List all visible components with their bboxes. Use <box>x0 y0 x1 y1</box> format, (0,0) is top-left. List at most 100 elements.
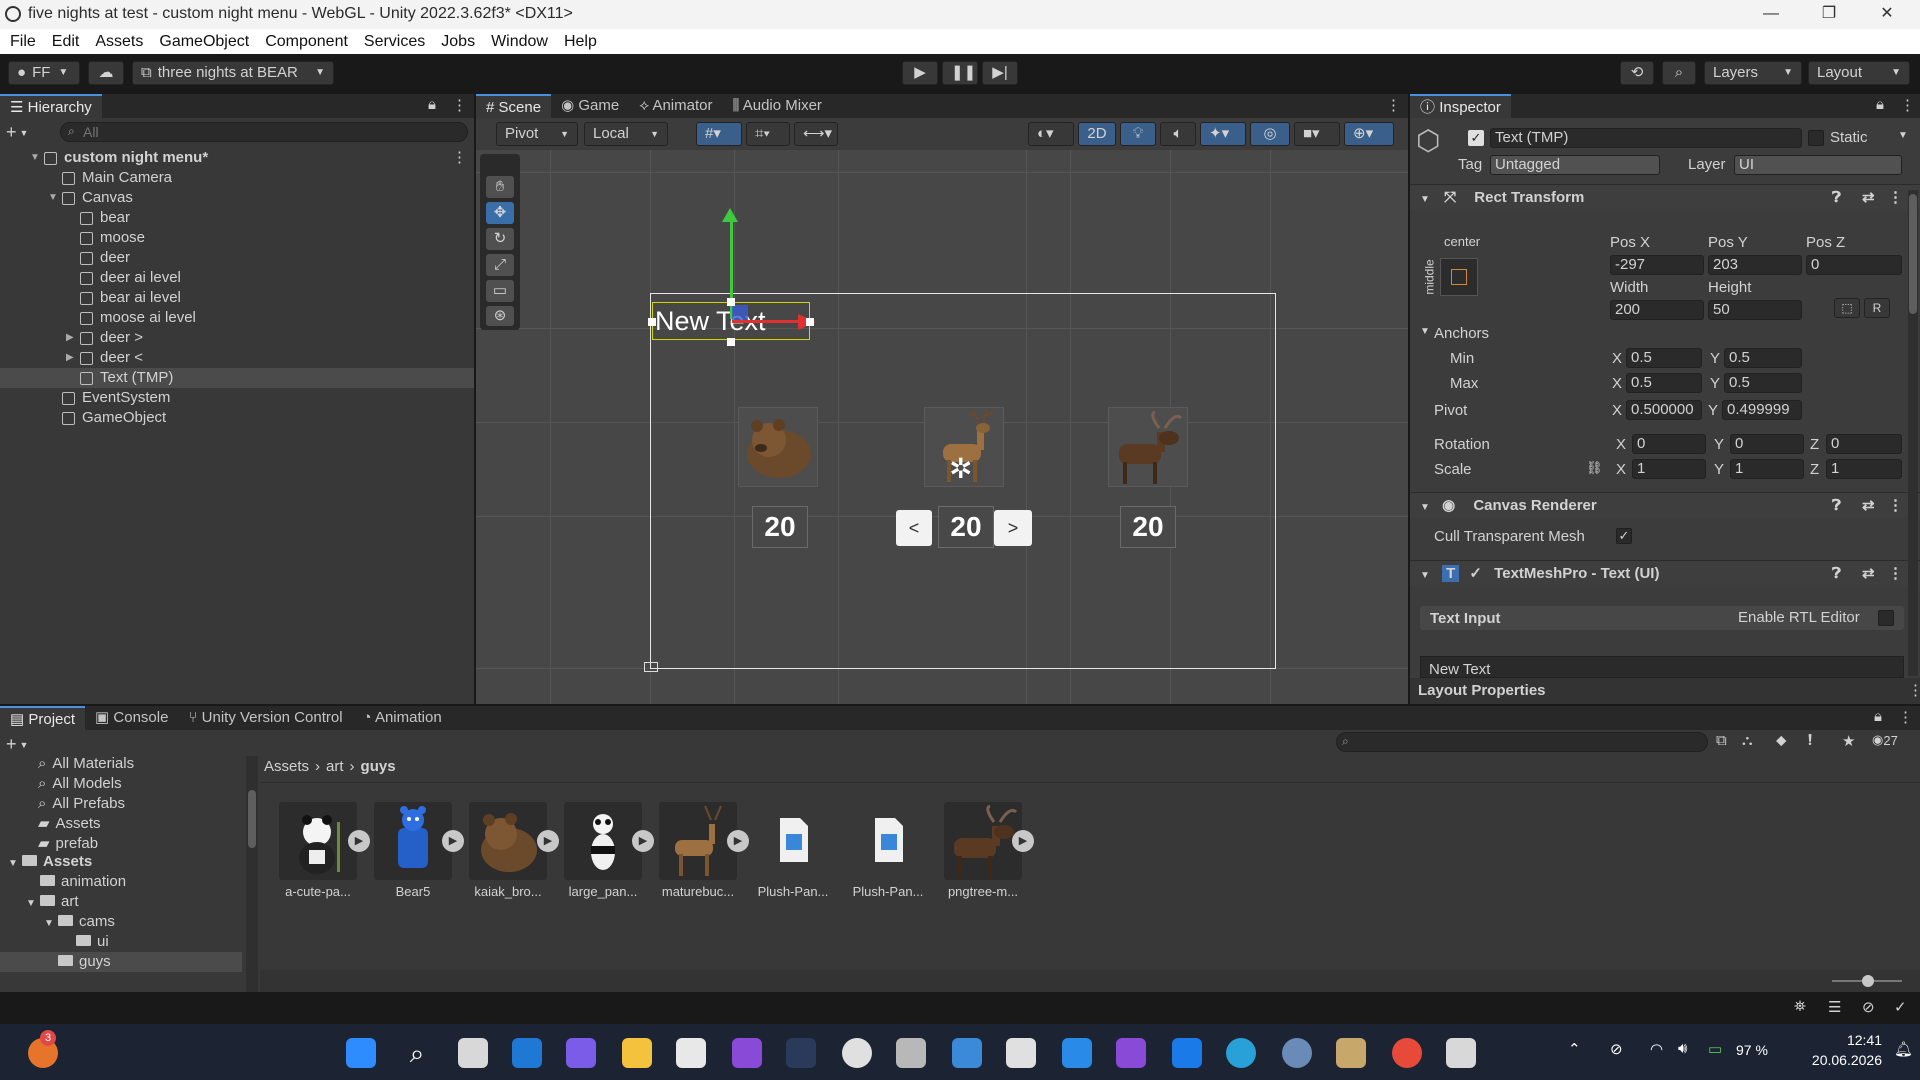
width-field[interactable]: 200 <box>1610 300 1704 320</box>
pivot-y-field[interactable]: 0.499999 <box>1722 400 1802 420</box>
anchor-max-x-field[interactable]: 0.5 <box>1626 373 1702 393</box>
deer-ai-level[interactable]: 20 <box>938 506 994 548</box>
presets-icon[interactable]: ⇄ <box>1862 493 1875 519</box>
hierarchy-item[interactable]: EventSystem <box>0 388 474 408</box>
wifi-icon[interactable]: ◠ <box>1650 1040 1663 1058</box>
deer-decrease-button[interactable]: < <box>896 510 932 546</box>
more-options-icon[interactable]: ⋮ <box>1386 96 1401 114</box>
scale-tool-button[interactable]: ⤢ <box>486 254 514 276</box>
outlook-icon[interactable] <box>512 1038 542 1068</box>
move-tool-button[interactable]: ✥ <box>486 202 514 224</box>
bug-off-icon[interactable]: ⊘ <box>1862 998 1875 1016</box>
windows-start-icon[interactable] <box>346 1038 376 1068</box>
help-icon[interactable]: ❓︎ <box>1832 561 1841 587</box>
expand-asset-button[interactable]: ▶ <box>348 830 370 852</box>
presets-icon[interactable]: ⇄ <box>1862 185 1875 211</box>
tab-inspector[interactable]: ⓘ Inspector <box>1410 94 1511 118</box>
asset-item[interactable]: maturebuc... <box>655 802 741 899</box>
project-button[interactable]: ⧉ three nights at BEAR ▼ <box>132 61 334 85</box>
resize-handle[interactable] <box>648 318 656 326</box>
anchor-max-y-field[interactable]: 0.5 <box>1724 373 1802 393</box>
tab-console[interactable]: ▣ Console <box>85 706 178 730</box>
tag-icon[interactable]: ⬥ <box>1776 732 1787 749</box>
scrollbar-thumb[interactable] <box>1909 194 1917 314</box>
expand-asset-button[interactable]: ▶ <box>1012 830 1034 852</box>
expand-asset-button[interactable]: ▶ <box>537 830 559 852</box>
play-button[interactable]: ▶ <box>902 61 938 85</box>
breadcrumb-art[interactable]: art <box>326 758 344 775</box>
layers-dropdown[interactable]: Layers ▼ <box>1704 61 1802 85</box>
more-options-icon[interactable]: ⋮ <box>1908 681 1920 699</box>
search-icon[interactable]: ⌕ <box>402 1038 432 1068</box>
clock-time[interactable]: 12:41 <box>1808 1032 1882 1048</box>
chevron-down-icon[interactable]: ▼ <box>26 894 36 914</box>
asset-item[interactable]: Plush-Pan... <box>750 802 836 899</box>
more-options-icon[interactable]: ⋮ <box>1898 708 1913 726</box>
static-checkbox[interactable] <box>1808 130 1824 146</box>
tmp-enabled-checkbox[interactable]: ✓ <box>1469 565 1482 582</box>
2d-toggle[interactable]: 2D <box>1078 122 1116 146</box>
network-off-icon[interactable]: ⊘ <box>1610 1040 1623 1058</box>
height-field[interactable]: 50 <box>1708 300 1802 320</box>
step-button[interactable]: ▶| <box>982 61 1018 85</box>
favorite-item[interactable]: ⌕ All Prefabs <box>38 794 125 814</box>
transform-tool-button[interactable]: ⊛ <box>486 306 514 326</box>
chevron-right-icon[interactable]: ▶ <box>66 328 74 348</box>
pause-button[interactable]: ❚❚ <box>942 61 978 85</box>
close-button[interactable]: ✕ <box>1858 0 1916 29</box>
raw-edit-button[interactable]: R <box>1864 298 1890 318</box>
tab-scene[interactable]: # Scene <box>476 94 552 118</box>
menu-help[interactable]: Help <box>564 29 597 54</box>
hierarchy-item[interactable]: ▶ deer < <box>0 348 474 368</box>
tab-animator[interactable]: ⟡ Animator <box>629 94 722 118</box>
folder-tree-item[interactable]: ▼ Assets <box>0 852 242 874</box>
bear-ai-level[interactable]: 20 <box>752 506 808 548</box>
active-checkbox[interactable]: ✓ <box>1468 130 1484 146</box>
lighting-toggle[interactable]: 💡︎ <box>1120 122 1156 146</box>
copilot-icon[interactable] <box>566 1038 596 1068</box>
scale-x-field[interactable]: 1 <box>1632 459 1706 479</box>
breadcrumb-assets[interactable]: Assets <box>264 758 309 775</box>
layer-dropdown[interactable]: UI <box>1734 155 1902 175</box>
search-by-type-icon[interactable]: ⧉ <box>1716 732 1727 749</box>
inspector-scrollbar[interactable] <box>1908 190 1918 676</box>
move-gizmo-plane[interactable] <box>732 305 748 320</box>
photos-icon[interactable] <box>952 1038 982 1068</box>
folder-tree-item[interactable]: ▼ art <box>0 892 242 914</box>
hand-tool-button[interactable]: ✋︎ <box>486 176 514 198</box>
tab-game[interactable]: ◉ Game <box>551 94 629 118</box>
menu-component[interactable]: Component <box>265 29 348 54</box>
rotate-tool-button[interactable]: ↻ <box>486 228 514 250</box>
canvas-corner-handle[interactable] <box>644 662 658 672</box>
pivot-dropdown[interactable]: Pivot ▼ <box>496 122 578 146</box>
text-input-field[interactable]: New Text <box>1420 656 1904 678</box>
posz-field[interactable]: 0 <box>1806 255 1902 275</box>
scale-y-field[interactable]: 1 <box>1730 459 1804 479</box>
hierarchy-item[interactable]: moose ai level <box>0 308 474 328</box>
tag-dropdown[interactable]: Untagged <box>1490 155 1660 175</box>
notifications-icon[interactable]: 🔔︎ <box>1894 1040 1913 1058</box>
file-explorer-icon[interactable] <box>622 1038 652 1068</box>
local-dropdown[interactable]: Local ▼ <box>584 122 668 146</box>
scale-z-field[interactable]: 1 <box>1826 459 1902 479</box>
resize-handle[interactable] <box>727 338 735 346</box>
debug-icon[interactable]: ⛯ <box>1794 998 1806 1015</box>
menu-services[interactable]: Services <box>364 29 425 54</box>
rotation-z-field[interactable]: 0 <box>1826 434 1902 454</box>
battery-icon[interactable]: ▭ <box>1708 1040 1722 1058</box>
help-icon[interactable]: ❓︎ <box>1832 185 1841 211</box>
search-button[interactable]: ⌕ <box>1662 61 1696 85</box>
hierarchy-item[interactable]: deer <box>0 248 474 268</box>
hierarchy-item[interactable]: moose <box>0 228 474 248</box>
asset-item[interactable]: pngtree-m... <box>940 802 1026 899</box>
asset-item[interactable]: a-cute-pa... <box>275 802 361 899</box>
visual-studio-icon[interactable] <box>732 1038 762 1068</box>
posy-field[interactable]: 203 <box>1708 255 1802 275</box>
lock-icon[interactable]: 🔒︎ <box>1874 708 1882 725</box>
posx-field[interactable]: -297 <box>1610 255 1704 275</box>
chevron-up-icon[interactable]: ⌃ <box>1568 1040 1581 1058</box>
menu-jobs[interactable]: Jobs <box>441 29 475 54</box>
volume-icon[interactable]: 🔊︎ <box>1678 1040 1687 1057</box>
asset-item[interactable]: Bear5 <box>370 802 456 899</box>
chevron-down-icon[interactable]: ▼ <box>1420 326 1430 337</box>
